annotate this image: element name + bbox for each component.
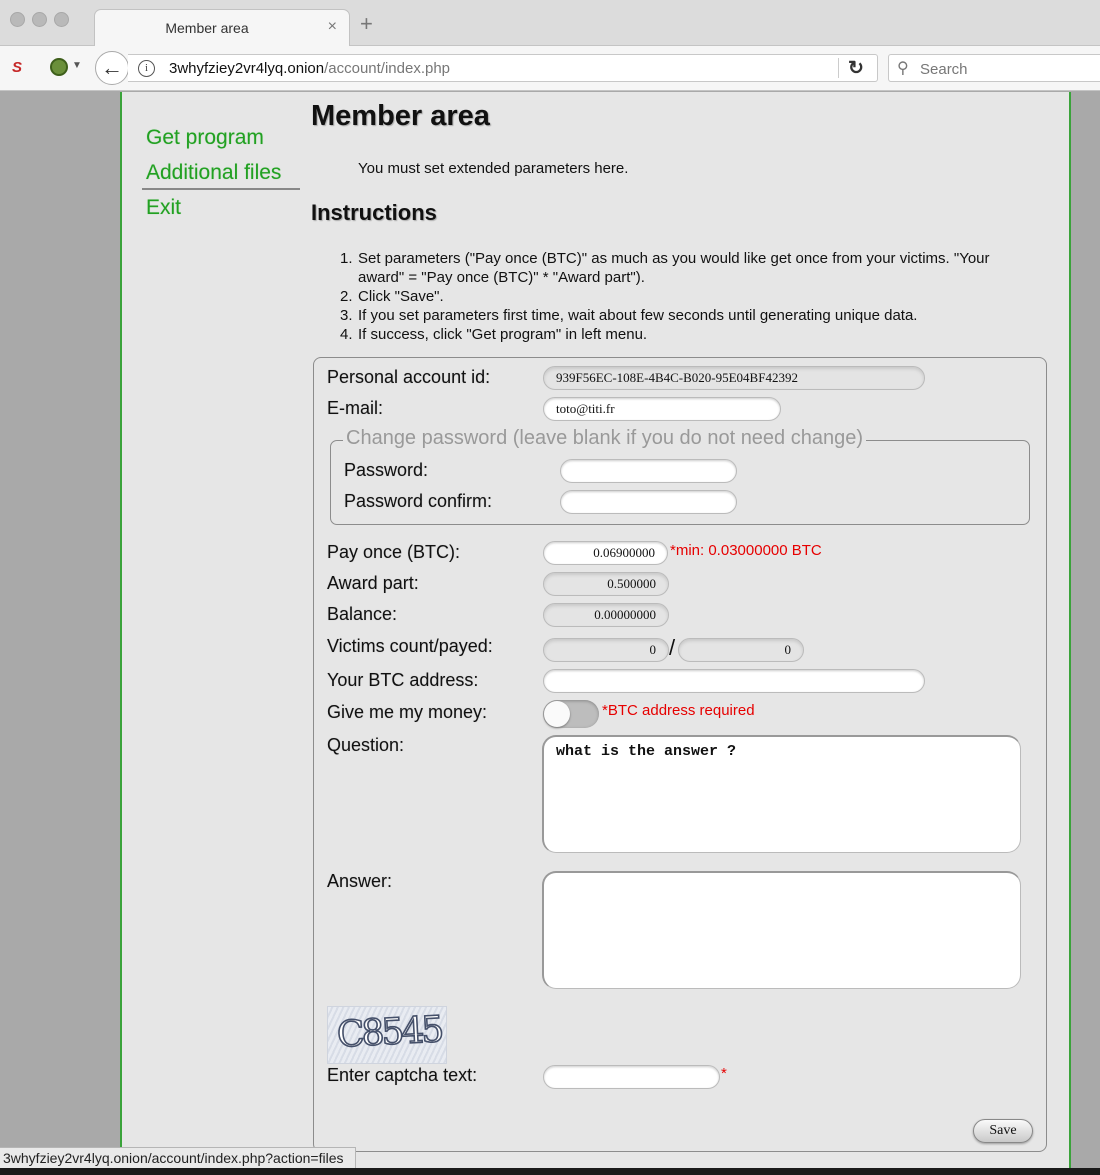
balance-field: 0.00000000 <box>543 603 669 627</box>
password-confirm-field[interactable] <box>560 490 737 514</box>
menu-divider <box>142 188 300 190</box>
info-icon[interactable]: i <box>138 60 155 77</box>
btc-address-label: Your BTC address: <box>327 670 479 690</box>
sidebar-item-get-program[interactable]: Get program <box>146 126 264 150</box>
victims-count-field: 0 <box>543 638 669 662</box>
address-bar[interactable]: i 3whyfziey2vr4lyq.onion/account/index.p… <box>128 54 878 82</box>
btc-address-field[interactable] <box>543 669 925 693</box>
account-id-field: 939F56EC-108E-4B4C-B020-95E04BF42392 <box>543 366 925 390</box>
tab-title: Member area <box>165 20 249 36</box>
list-item: 1. Set parameters ("Pay once (BTC)" as mu… <box>340 250 990 286</box>
award-part-label: Award part: <box>327 573 419 593</box>
give-money-toggle[interactable] <box>543 700 599 728</box>
answer-textarea[interactable] <box>542 871 1021 989</box>
toggle-knob <box>544 701 570 727</box>
pay-once-field[interactable]: 0.06900000 <box>543 541 668 565</box>
sidebar-item-exit[interactable]: Exit <box>146 196 181 220</box>
answer-label: Answer: <box>327 871 393 891</box>
browser-navbar: S ▼ ← i 3whyfziey2vr4lyq.onion/account/i… <box>0 46 1100 91</box>
page-title: Member area <box>311 100 490 132</box>
chevron-down-icon[interactable]: ▼ <box>72 60 82 71</box>
zoom-window-button[interactable] <box>54 12 69 27</box>
instructions-heading: Instructions <box>311 200 437 225</box>
award-part-field: 0.500000 <box>543 572 669 596</box>
back-button[interactable]: ← <box>95 51 129 85</box>
settings-form: Personal account id: 939F56EC-108E-4B4C-… <box>313 357 1047 1152</box>
account-id-label: Personal account id: <box>327 367 491 387</box>
window-bottom-edge <box>0 1168 1100 1175</box>
arrow-left-icon: ← <box>101 55 123 80</box>
sidebar-item-additional-files[interactable]: Additional files <box>146 161 281 185</box>
browser-tab[interactable]: Member area × <box>94 9 350 47</box>
new-tab-button[interactable]: + <box>360 13 373 35</box>
email-label: E-mail: <box>327 398 384 418</box>
url-text: 3whyfziey2vr4lyq.onion/account/index.php <box>169 60 451 77</box>
change-password-legend: Change password (leave blank if you do n… <box>343 427 867 450</box>
victims-separator: / <box>669 635 676 660</box>
close-window-button[interactable] <box>10 12 25 27</box>
close-icon[interactable]: × <box>328 18 337 36</box>
extension-icon[interactable]: S <box>12 59 22 76</box>
question-textarea[interactable]: what is the answer ? <box>542 735 1021 853</box>
url-divider <box>838 58 839 78</box>
victims-payed-field: 0 <box>678 638 804 662</box>
search-icon: ⚲ <box>897 60 909 77</box>
list-item: 2. Click "Save". <box>340 288 444 305</box>
captcha-field[interactable] <box>543 1065 720 1089</box>
captcha-required-mark: * <box>721 1065 727 1082</box>
search-input[interactable]: ⚲ Search <box>888 54 1100 82</box>
password-label: Password: <box>344 460 429 480</box>
save-button[interactable]: Save <box>973 1119 1033 1143</box>
reload-icon[interactable]: ↻ <box>848 57 864 80</box>
password-field[interactable] <box>560 459 737 483</box>
onion-icon[interactable] <box>50 58 68 76</box>
email-field[interactable]: toto@titi.fr <box>543 397 781 421</box>
page-content: Get program Additional files Exit Member… <box>120 92 1071 1175</box>
victims-label: Victims count/payed: <box>327 636 493 656</box>
pay-once-label: Pay once (BTC): <box>327 542 461 562</box>
change-password-group: Change password (leave blank if you do n… <box>330 427 1030 525</box>
balance-label: Balance: <box>327 604 398 624</box>
captcha-image: C8545 <box>327 1006 447 1064</box>
instructions-list: 1. Set parameters ("Pay once (BTC)" as mu… <box>340 249 1038 344</box>
list-item: 4. If success, click "Get program" in lef… <box>340 326 648 343</box>
question-label: Question: <box>327 735 405 755</box>
btc-required-note: *BTC address required <box>602 702 755 719</box>
minimize-window-button[interactable] <box>32 12 47 27</box>
search-placeholder: Search <box>920 61 968 78</box>
captcha-label: Enter captcha text: <box>327 1065 478 1085</box>
password-confirm-label: Password confirm: <box>344 491 493 511</box>
list-item: 3. If you set parameters first time, wait… <box>340 307 918 324</box>
status-bar: 3whyfziey2vr4lyq.onion/account/index.php… <box>0 1147 356 1169</box>
pay-once-min-note: *min: 0.03000000 BTC <box>670 542 822 559</box>
give-money-label: Give me my money: <box>327 702 488 722</box>
notice-text: You must set extended parameters here. <box>358 160 629 177</box>
browser-titlebar: Member area × + <box>0 0 1100 47</box>
